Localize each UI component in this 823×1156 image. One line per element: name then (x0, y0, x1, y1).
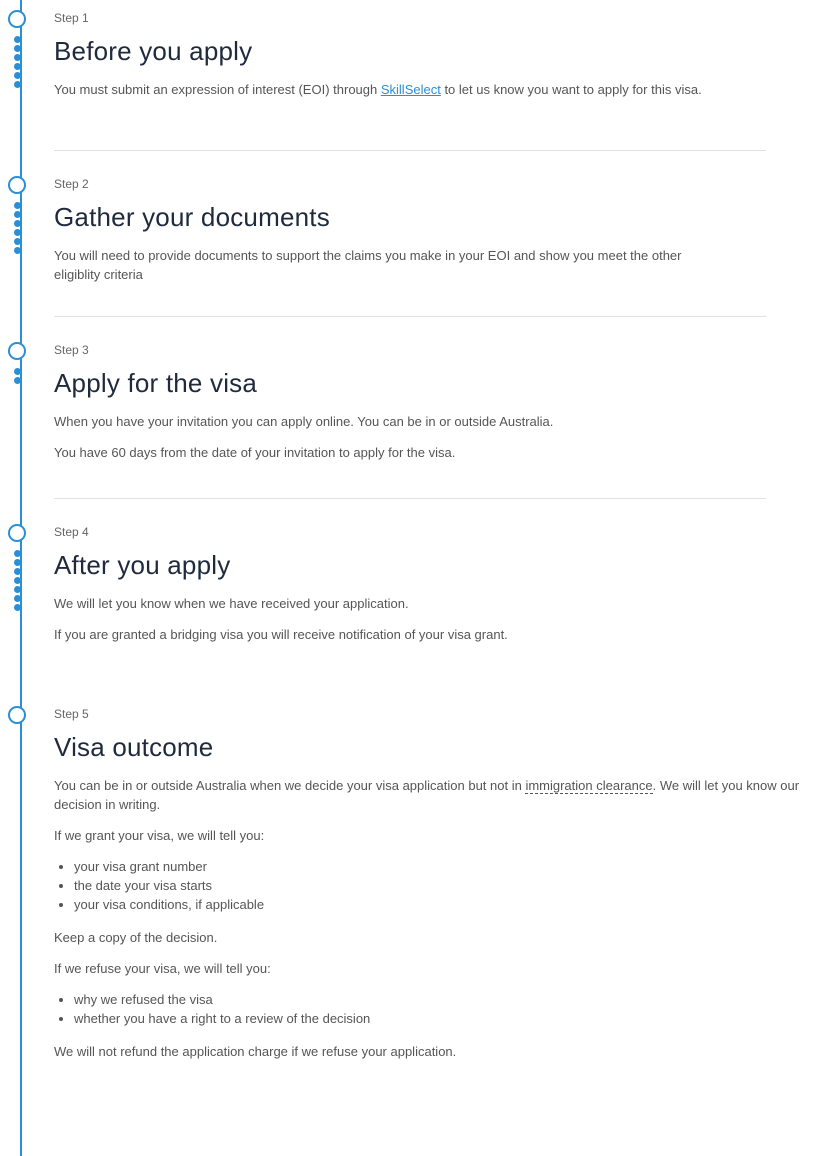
no-refund-text: We will not refund the application charg… (54, 1044, 457, 1059)
step-title: Before you apply (54, 36, 253, 66)
step-label: Step 5 (54, 707, 89, 721)
dot-icon (14, 377, 21, 384)
step-progress-dots (14, 368, 24, 386)
step-label: Step 2 (54, 177, 89, 191)
step-progress-dots (14, 36, 24, 90)
dot-icon (14, 36, 21, 43)
step-marker-icon (8, 176, 26, 194)
step-title: After you apply (54, 550, 231, 580)
list-item: why we refused the visa (74, 990, 823, 1009)
dot-icon (14, 559, 21, 566)
text: You must submit an expression of interes… (54, 82, 381, 97)
dot-icon (14, 211, 21, 218)
dot-icon (14, 568, 21, 575)
dot-icon (14, 577, 21, 584)
text: You can be in or outside Australia when … (54, 778, 526, 793)
dot-icon (14, 54, 21, 61)
refuse-list: why we refused the visa whether you have… (54, 990, 823, 1028)
keep-copy-text: Keep a copy of the decision. (54, 930, 218, 945)
step-5: Step 5 Visa outcome You can be in or out… (8, 706, 823, 1073)
step-label: Step 4 (54, 525, 89, 539)
list-item: whether you have a right to a review of … (74, 1009, 823, 1028)
dot-icon (14, 595, 21, 602)
divider (54, 150, 766, 151)
step-marker-icon (8, 524, 26, 542)
dot-icon (14, 550, 21, 557)
divider (54, 316, 766, 317)
list-item: your visa conditions, if applicable (74, 895, 823, 914)
step-progress-dots (14, 202, 24, 256)
dot-icon (14, 368, 21, 375)
refuse-intro: If we refuse your visa, we will tell you… (54, 961, 271, 976)
step-description: When you have your invitation you can ap… (54, 414, 554, 429)
dot-icon (14, 238, 21, 245)
skillselect-link[interactable]: SkillSelect (381, 82, 441, 97)
dot-icon (14, 45, 21, 52)
step-description: You will need to provide documents to su… (54, 248, 682, 282)
step-description: If you are granted a bridging visa you w… (54, 627, 508, 642)
dot-icon (14, 247, 21, 254)
step-description: You must submit an expression of interes… (54, 80, 714, 99)
step-description: You can be in or outside Australia when … (54, 776, 823, 814)
step-title: Apply for the visa (54, 368, 258, 398)
step-marker-icon (8, 706, 26, 724)
step-description: We will let you know when we have receiv… (54, 596, 409, 611)
dot-icon (14, 81, 21, 88)
step-marker-icon (8, 10, 26, 28)
step-description: You have 60 days from the date of your i… (54, 445, 456, 460)
immigration-clearance-term[interactable]: immigration clearance (525, 778, 653, 794)
step-title: Visa outcome (54, 732, 214, 762)
dot-icon (14, 202, 21, 209)
grant-list: your visa grant number the date your vis… (54, 857, 823, 914)
list-item: your visa grant number (74, 857, 823, 876)
dot-icon (14, 220, 21, 227)
grant-intro: If we grant your visa, we will tell you: (54, 828, 265, 843)
step-2: Step 2 Gather your documents You will ne… (8, 176, 774, 296)
dot-icon (14, 604, 21, 611)
dot-icon (14, 229, 21, 236)
step-4: Step 4 After you apply We will let you k… (8, 524, 774, 656)
divider (54, 498, 766, 499)
text: to let us know you want to apply for thi… (440, 82, 702, 97)
step-title: Gather your documents (54, 202, 330, 232)
dot-icon (14, 72, 21, 79)
step-progress-dots (14, 550, 24, 613)
list-item: the date your visa starts (74, 876, 823, 895)
step-label: Step 3 (54, 343, 89, 357)
step-1: Step 1 Before you apply You must submit … (8, 10, 774, 111)
step-3: Step 3 Apply for the visa When you have … (8, 342, 774, 474)
dot-icon (14, 63, 21, 70)
dot-icon (14, 586, 21, 593)
step-marker-icon (8, 342, 26, 360)
step-label: Step 1 (54, 11, 89, 25)
